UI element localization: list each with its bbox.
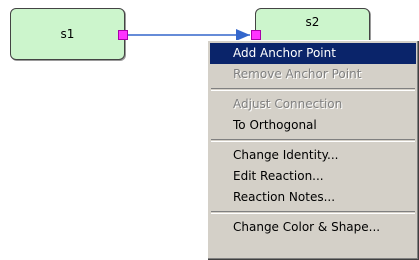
menu-separator <box>211 139 415 142</box>
node-label: s2 <box>305 15 320 29</box>
network-canvas[interactable]: s1 s2 Add Anchor Point Remove Anchor Poi… <box>0 0 419 260</box>
menu-item-change-identity[interactable]: Change Identity... <box>210 145 416 166</box>
menu-item-adjust-connection[interactable]: Adjust Connection <box>210 94 416 115</box>
menu-separator <box>211 211 415 214</box>
connection-handle-icon[interactable] <box>118 30 128 40</box>
menu-item-add-anchor-point[interactable]: Add Anchor Point <box>210 43 416 64</box>
menu-separator <box>211 88 415 91</box>
node-label: s1 <box>60 27 75 41</box>
connection-handle-icon[interactable] <box>251 30 261 40</box>
menu-item-change-color-shape[interactable]: Change Color & Shape... <box>210 217 416 238</box>
menu-item-remove-anchor-point[interactable]: Remove Anchor Point <box>210 64 416 85</box>
menu-item-reaction-notes[interactable]: Reaction Notes... <box>210 187 416 208</box>
menu-item-edit-reaction[interactable]: Edit Reaction... <box>210 166 416 187</box>
context-menu: Add Anchor Point Remove Anchor Point Adj… <box>207 40 419 260</box>
species-node-s1[interactable]: s1 <box>10 8 125 60</box>
menu-item-to-orthogonal[interactable]: To Orthogonal <box>210 115 416 136</box>
